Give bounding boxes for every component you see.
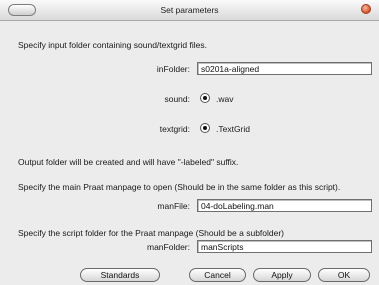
apply-button[interactable]: Apply [253,268,311,282]
man-file-label: manFile: [157,201,190,211]
standards-button[interactable]: Standards [80,268,160,282]
ok-button[interactable]: OK [318,268,370,282]
input-folder-instruction: Specify input folder containing sound/te… [18,40,208,50]
manpage-instruction: Specify the main Praat manpage to open (… [18,182,341,192]
man-file-field[interactable] [197,199,372,212]
window-title: Set parameters [160,5,219,15]
man-folder-label: manFolder: [147,242,190,252]
textgrid-label: textgrid: [159,124,190,134]
title-bar: Set parameters [0,0,379,21]
cancel-button[interactable]: Cancel [189,268,246,282]
script-folder-instruction: Specify the script folder for the Praat … [18,228,285,238]
sound-wav-radio[interactable] [200,93,210,103]
sound-wav-option[interactable]: .wav [216,94,233,104]
sound-label: sound: [164,94,190,104]
close-icon[interactable] [361,4,371,14]
output-folder-note: Output folder will be created and will h… [18,157,239,167]
in-folder-label: inFolder: [156,64,190,74]
textgrid-radio[interactable] [200,123,210,133]
in-folder-field[interactable] [197,62,372,75]
textgrid-option[interactable]: .TextGrid [216,124,250,134]
man-folder-field[interactable] [197,240,372,253]
